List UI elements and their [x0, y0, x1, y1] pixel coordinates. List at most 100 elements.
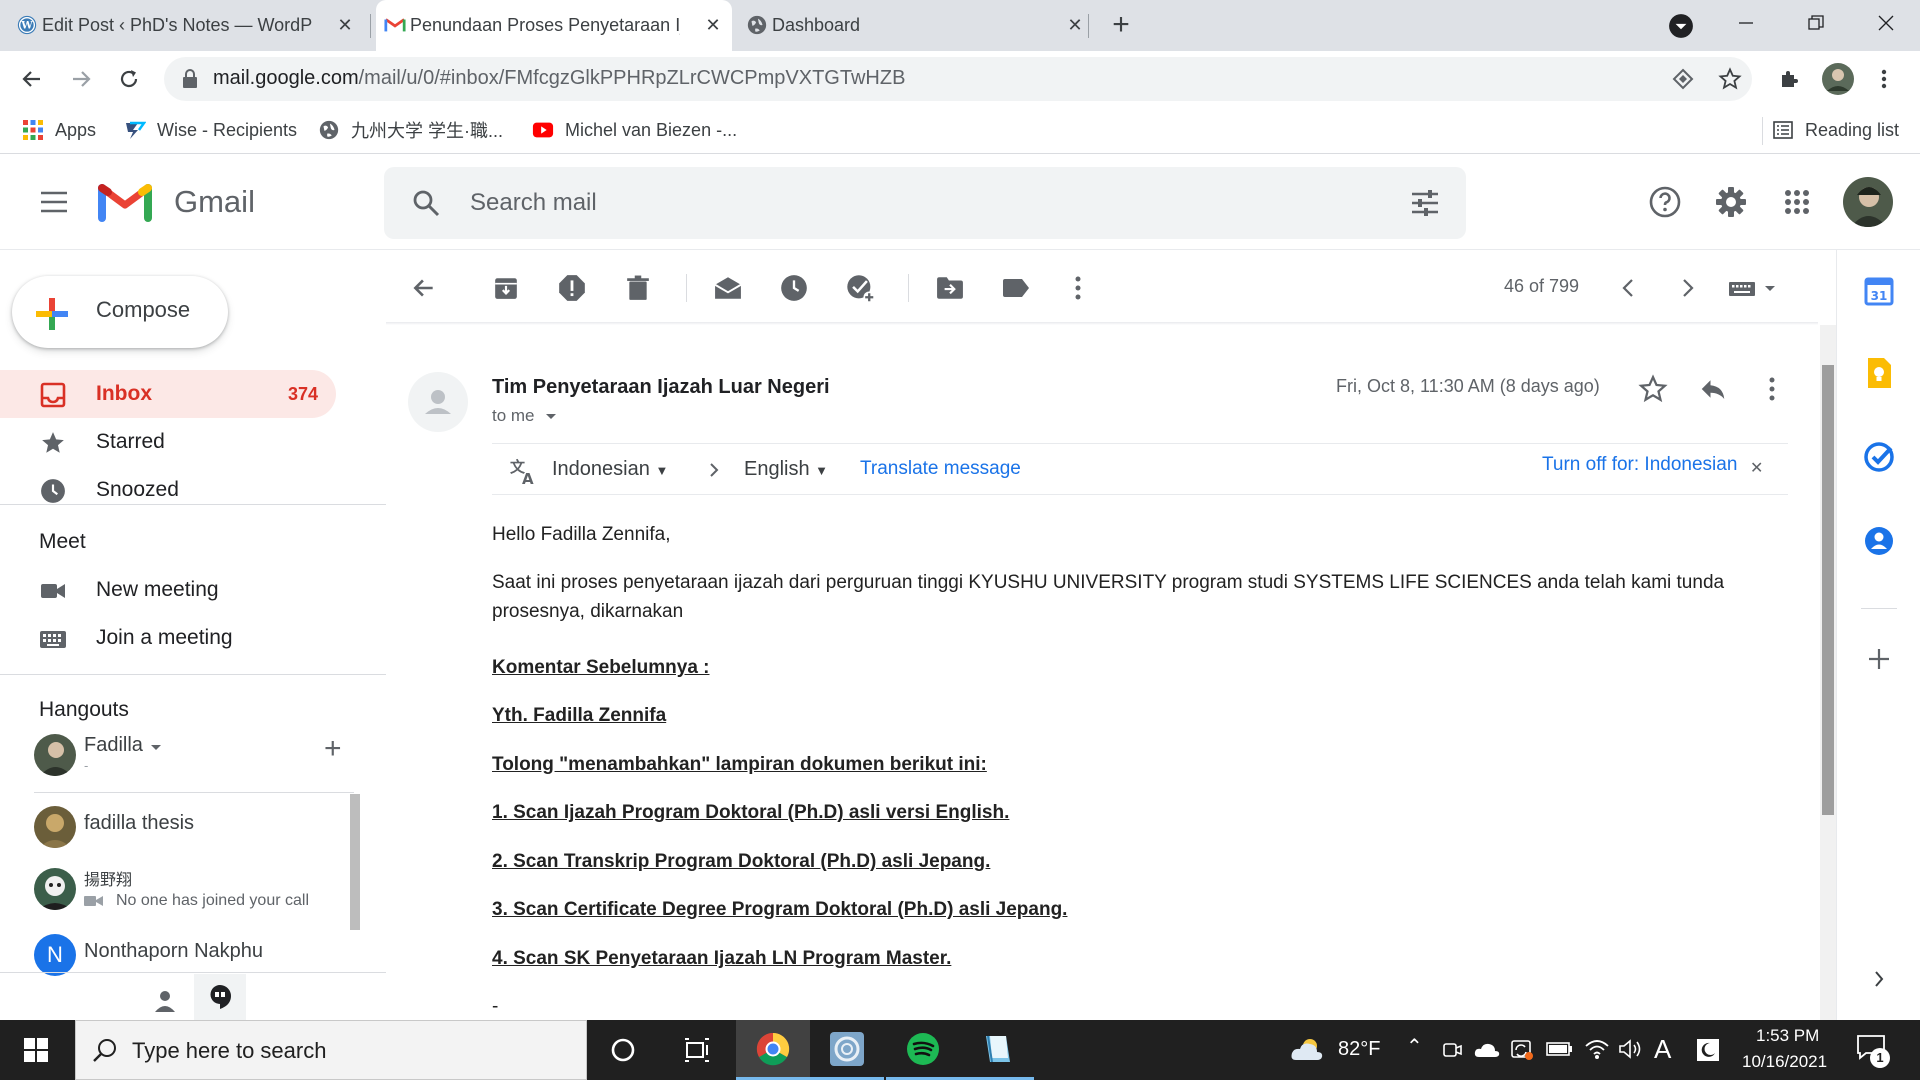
show-hidden-icons-chevron[interactable]: ⌃ [1406, 1034, 1423, 1059]
windows-start-icon[interactable] [0, 1020, 72, 1080]
compose-button[interactable]: Compose [12, 276, 228, 348]
tab-search-icon[interactable] [1668, 13, 1694, 39]
address-bar[interactable]: mail.google.com/mail/u/0/#inbox/FMfcgzGl… [164, 57, 1752, 101]
main-menu-icon[interactable] [34, 182, 74, 222]
bookmark-wise[interactable]: Wise - Recipients [124, 115, 297, 145]
search-input[interactable]: Search mail [470, 189, 597, 217]
weather-cloud-icon[interactable] [1290, 1036, 1324, 1062]
more-vert-icon[interactable] [1868, 63, 1900, 95]
wifi-icon[interactable] [1584, 1038, 1610, 1060]
close-tab-icon[interactable]: ✕ [1064, 14, 1086, 36]
delete-trash-icon[interactable] [622, 272, 654, 304]
meet-new-meeting[interactable]: New meeting [0, 566, 336, 614]
forward-icon[interactable] [65, 63, 97, 95]
nav-starred[interactable]: Starred [0, 418, 336, 466]
bookmark-youtube[interactable]: Michel van Biezen -... [532, 115, 737, 145]
tasks-icon[interactable] [1862, 440, 1896, 474]
contacts-person-icon[interactable] [150, 986, 180, 1016]
snooze-clock-icon[interactable] [778, 272, 810, 304]
minimize-icon[interactable] [1714, 0, 1778, 46]
onedrive-cloud-icon[interactable] [1474, 1042, 1500, 1058]
extension-diamond-icon[interactable] [1672, 68, 1694, 90]
add-task-icon[interactable] [844, 272, 876, 304]
calendar-icon[interactable]: 31 [1862, 274, 1896, 308]
move-to-icon[interactable] [934, 272, 966, 304]
taskbar-notepad[interactable] [960, 1020, 1034, 1080]
account-avatar[interactable] [1843, 177, 1893, 227]
reload-icon[interactable] [113, 63, 145, 95]
contacts-icon[interactable] [1862, 524, 1896, 558]
recipient-details[interactable]: to me [492, 406, 557, 426]
gmail-logo-icon[interactable] [98, 182, 152, 222]
profile-avatar[interactable] [1822, 63, 1854, 95]
chevron-down-icon[interactable] [150, 742, 162, 754]
taskbar-search-input[interactable]: Type here to search [132, 1038, 326, 1064]
tray-night-icon[interactable] [1696, 1038, 1720, 1062]
task-view-icon[interactable] [660, 1020, 734, 1080]
notifications-icon[interactable]: 1 [1856, 1034, 1890, 1068]
taskbar-chrome[interactable] [736, 1020, 810, 1080]
hangouts-contact[interactable]: 揚野翔 No one has joined your call [34, 864, 354, 916]
more-vert-icon[interactable] [1762, 374, 1782, 404]
newer-chevron-left-icon[interactable] [1612, 272, 1644, 304]
bookmark-apps[interactable]: Apps [22, 115, 96, 145]
search-mail-box[interactable]: Search mail [384, 167, 1466, 239]
keep-icon[interactable] [1862, 356, 1896, 390]
report-spam-icon[interactable] [556, 272, 588, 304]
restore-icon[interactable] [1784, 0, 1848, 46]
search-icon[interactable] [412, 189, 440, 217]
tab-wordpress[interactable]: W Edit Post ‹ PhD's Notes — WordPress ✕ [8, 0, 364, 51]
archive-icon[interactable] [490, 272, 522, 304]
star-icon[interactable] [1638, 374, 1668, 404]
bookmark-kyushu[interactable]: 九州大学 学生·職... [318, 115, 503, 145]
target-language-select[interactable]: English ▼ [744, 458, 828, 481]
back-to-inbox-icon[interactable] [408, 272, 440, 304]
tray-update-icon[interactable] [1510, 1038, 1534, 1062]
tab-dashboard[interactable]: Dashboard ✕ [738, 0, 1094, 51]
reading-list-button[interactable]: Reading list [1772, 115, 1899, 145]
tray-app-icon[interactable] [1442, 1040, 1462, 1060]
older-chevron-right-icon[interactable] [1672, 272, 1704, 304]
close-icon[interactable]: ✕ [1750, 458, 1763, 478]
new-tab-button[interactable]: + [1106, 10, 1136, 41]
hangouts-tab[interactable] [194, 974, 246, 1020]
close-tab-icon[interactable]: ✕ [334, 14, 356, 36]
taskbar-app-circle[interactable] [810, 1020, 884, 1080]
taskbar-spotify[interactable] [886, 1020, 960, 1080]
input-method-indicator[interactable]: A [1654, 1034, 1671, 1065]
new-conversation-plus-icon[interactable]: + [324, 732, 342, 766]
mark-unread-icon[interactable] [712, 272, 744, 304]
battery-icon[interactable] [1546, 1040, 1574, 1058]
sender-avatar[interactable] [408, 372, 468, 432]
translate-message-link[interactable]: Translate message [860, 458, 1021, 480]
settings-gear-icon[interactable] [1711, 182, 1751, 222]
source-language-select[interactable]: Indonesian ▼ [552, 458, 668, 481]
input-tools-keyboard-icon[interactable] [1726, 272, 1782, 304]
tab-gmail[interactable]: Penundaan Proses Penyetaraan Ijazah ✕ [376, 0, 732, 51]
hangouts-me[interactable]: Fadilla - + [34, 730, 354, 782]
google-apps-icon[interactable] [1777, 182, 1817, 222]
hangouts-contact[interactable]: fadilla thesis [34, 802, 354, 854]
hangouts-scrollbar[interactable] [350, 794, 360, 930]
close-tab-icon[interactable]: ✕ [702, 14, 724, 36]
sender-name[interactable]: Tim Penyetaraan Ijazah Luar Negeri [492, 376, 830, 399]
email-scrollbar-thumb[interactable] [1822, 365, 1834, 815]
expand-panel-chevron-icon[interactable] [1862, 962, 1896, 996]
label-icon[interactable] [1000, 272, 1032, 304]
bookmark-star-icon[interactable] [1718, 67, 1742, 91]
weather-temperature[interactable]: 82°F [1338, 1038, 1380, 1061]
help-icon[interactable] [1645, 182, 1685, 222]
volume-icon[interactable] [1618, 1038, 1644, 1060]
extensions-puzzle-icon[interactable] [1774, 63, 1806, 95]
back-icon[interactable] [16, 63, 48, 95]
turn-off-translate-link[interactable]: Turn off for: Indonesian [1542, 454, 1737, 476]
reply-icon[interactable] [1698, 374, 1728, 404]
taskbar-search-box[interactable]: Type here to search [75, 1020, 587, 1080]
clock-date[interactable]: 10/16/2021 [1742, 1052, 1827, 1072]
cortana-icon[interactable] [586, 1020, 660, 1080]
nav-snoozed[interactable]: Snoozed [0, 466, 336, 514]
close-window-icon[interactable] [1854, 0, 1918, 46]
chevron-down-icon[interactable] [545, 412, 557, 422]
clock-time[interactable]: 1:53 PM [1756, 1026, 1819, 1046]
nav-inbox[interactable]: Inbox 374 [0, 370, 336, 418]
